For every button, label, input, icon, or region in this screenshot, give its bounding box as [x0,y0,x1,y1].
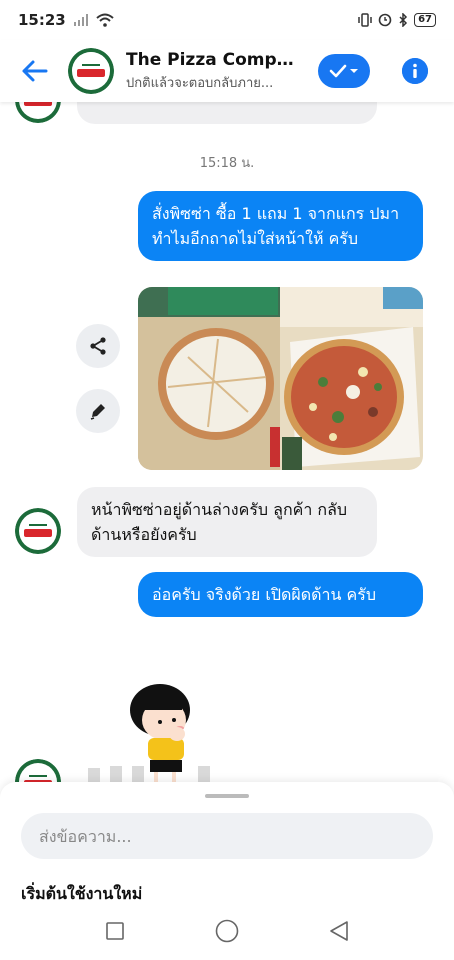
message-bubble-outgoing[interactable]: สั่งพิซซ่า ซื้อ 1 แถม 1 จากแกร ปมา ทำไมอ… [138,191,423,261]
message-bubble-incoming[interactable]: หน้าพิซซ่าอยู่ด้านล่างครับ ลูกค้า กลับด้… [77,487,377,557]
recents-icon[interactable] [105,921,125,941]
vibrate-icon [358,13,372,27]
info-button[interactable] [402,58,428,84]
check-button[interactable] [318,54,370,88]
share-icon [90,337,106,355]
composer-sheet: เริ่มต้นใช้งานใหม่ [0,782,454,902]
page-avatar-small [15,102,61,123]
sheet-drag-handle[interactable] [205,794,249,798]
conversation-header: The Pizza Comp... ปกติแล้วจะตอบกลับภาย..… [0,40,454,102]
arrow-left-icon [22,60,48,82]
battery-indicator: 67 [414,13,436,27]
conversation-title: The Pizza Comp... [126,49,296,70]
back-triangle-icon[interactable] [329,920,349,942]
pencil-icon [90,404,105,420]
page-avatar-small [15,508,61,554]
info-icon [402,58,428,84]
conversation-title-block[interactable]: The Pizza Comp... ปกติแล้วจะตอบกลับภาย..… [126,50,296,93]
message-bubble-outgoing[interactable]: อ่อครับ จริงด้วย เปิดผิดด้าน ครับ [138,572,423,617]
sticker-decoration [88,766,210,782]
page-avatar-logo[interactable] [68,48,114,94]
check-icon [329,64,347,78]
message-list[interactable]: 15:18 น. สั่งพิซซ่า ซื้อ 1 แถม 1 จากแกร … [0,102,454,782]
bluetooth-icon [399,13,408,27]
status-bar: 15:23 67 [0,0,454,40]
photo-attachment[interactable] [138,287,423,470]
page-avatar-small [15,759,61,782]
message-bubble-incoming-partial[interactable] [77,102,377,124]
status-time: 15:23 [18,11,66,29]
home-icon[interactable] [215,919,239,943]
chevron-down-icon [350,69,358,73]
wifi-icon [96,13,114,27]
no-signal-icon [73,14,88,26]
edit-button[interactable] [76,389,120,433]
conversation-subtitle: ปกติแล้วจะตอบกลับภาย... [126,75,274,91]
message-input[interactable] [21,813,433,859]
new-start-label[interactable]: เริ่มต้นใช้งานใหม่ [21,882,142,900]
system-navigation-bar [0,902,454,960]
alarm-icon [378,13,392,27]
back-button[interactable] [14,51,54,91]
message-timestamp: 15:18 น. [199,156,255,171]
share-button[interactable] [76,324,120,368]
